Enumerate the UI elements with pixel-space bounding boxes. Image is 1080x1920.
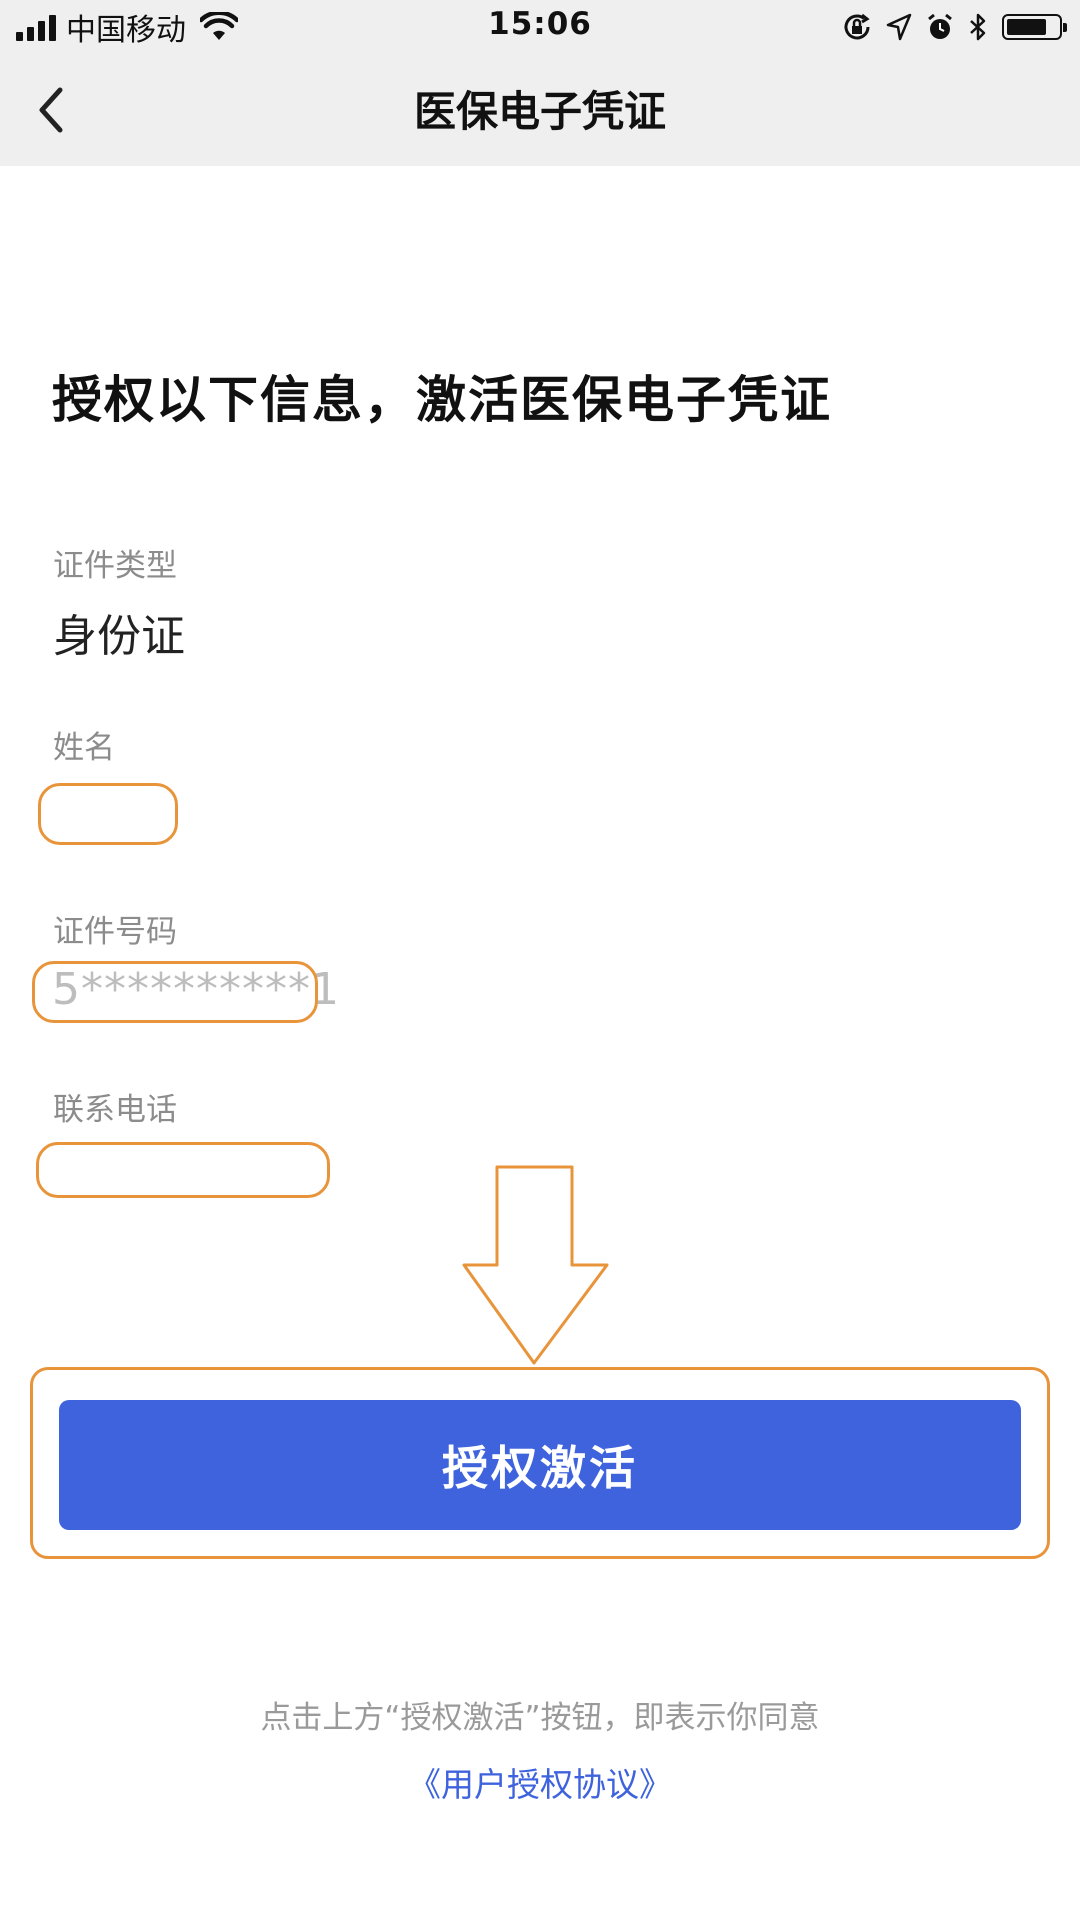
nav-bar: 医保电子凭证 — [0, 54, 1080, 166]
down-arrow-annotation-icon — [462, 1165, 609, 1365]
name-mask-annotation — [38, 783, 178, 845]
phone-mask-annotation — [36, 1142, 330, 1198]
status-right — [842, 10, 1067, 44]
section-heading: 授权以下信息，激活医保电子凭证 — [52, 371, 832, 429]
location-icon — [886, 13, 912, 41]
rotation-lock-icon — [844, 13, 870, 40]
user-agreement-link[interactable]: 《用户授权协议》 — [0, 1758, 1080, 1806]
id-type-label: 证件类型 — [53, 548, 177, 584]
agreement-note: 点击上方“授权激活”按钮，即表示你同意 — [260, 1700, 820, 1736]
id-number-label: 证件号码 — [53, 914, 177, 950]
page-title: 医保电子凭证 — [413, 87, 666, 136]
name-label: 姓名 — [53, 730, 115, 766]
status-bar: 中国移动 15:06 — [0, 0, 1080, 54]
alarm-icon — [928, 13, 952, 39]
id-type-value: 身份证 — [53, 611, 185, 662]
id-number-mask-annotation — [32, 961, 318, 1023]
bluetooth-icon — [970, 13, 986, 41]
phone-label: 联系电话 — [53, 1092, 177, 1128]
battery-icon — [1002, 14, 1067, 40]
activate-button[interactable]: 授权激活 — [59, 1400, 1021, 1530]
